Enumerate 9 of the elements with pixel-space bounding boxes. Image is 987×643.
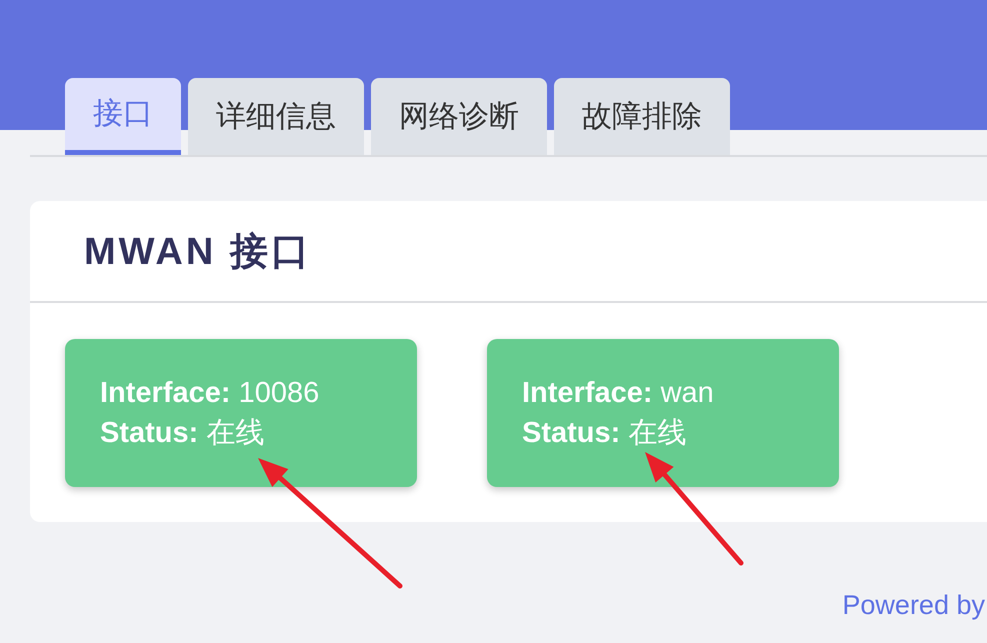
interface-name-text: Interface: wan: [522, 376, 714, 411]
tab[interactable]: 网络诊断: [371, 78, 547, 155]
interface-status-text: Status: 在线: [522, 416, 686, 451]
interface-name-text: Interface: 10086: [100, 376, 320, 411]
tab[interactable]: 详细信息: [188, 78, 364, 155]
interface-status-text: Status: 在线: [100, 416, 264, 451]
footer-text: Powered by: [842, 590, 985, 621]
section-title: MWAN 接口: [84, 230, 312, 274]
tab[interactable]: 故障排除: [554, 78, 730, 155]
